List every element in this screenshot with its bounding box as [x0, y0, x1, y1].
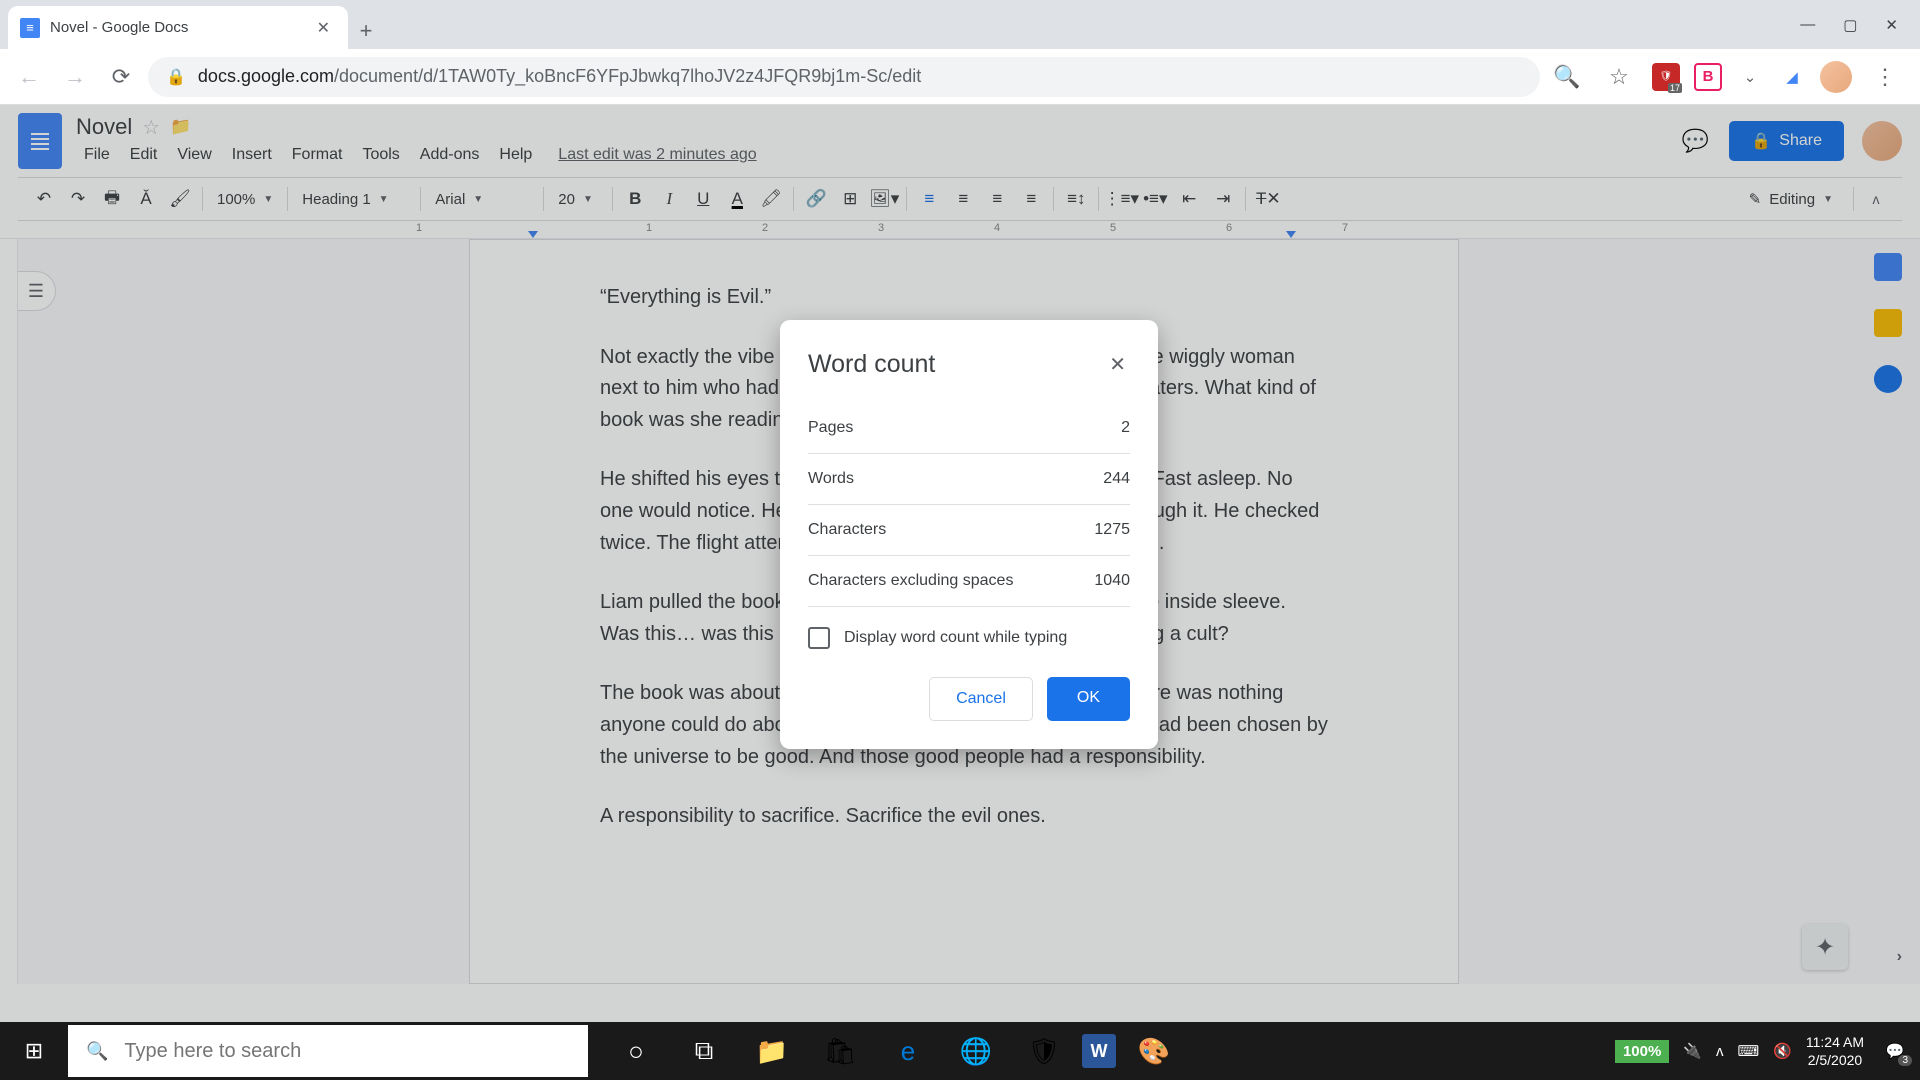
- close-window-icon[interactable]: ✕: [1885, 16, 1898, 34]
- dialog-title: Word count: [808, 350, 935, 379]
- browser-nav-bar: ← → ⟳ 🔒 docs.google.com/document/d/1TAW0…: [0, 49, 1920, 105]
- checkbox-icon[interactable]: [808, 627, 830, 649]
- cortana-icon[interactable]: ○: [606, 1022, 666, 1080]
- task-view-icon[interactable]: ⧉: [674, 1022, 734, 1080]
- display-while-typing-option[interactable]: Display word count while typing: [808, 607, 1130, 677]
- stat-value: 244: [1103, 470, 1130, 488]
- docs-favicon-icon: ≡: [20, 18, 40, 38]
- paint-icon[interactable]: 🎨: [1124, 1022, 1184, 1080]
- maximize-icon[interactable]: ▢: [1843, 16, 1857, 34]
- date-text: 2/5/2020: [1806, 1051, 1864, 1069]
- file-explorer-icon[interactable]: 📁: [742, 1022, 802, 1080]
- security-icon[interactable]: 🛡: [1014, 1022, 1074, 1080]
- system-tray: 100% 🔌 ʌ ⌨ 🔇 11:24 AM 2/5/2020 💬3: [1615, 1033, 1920, 1069]
- browser-tab[interactable]: ≡ Novel - Google Docs ✕: [8, 6, 348, 49]
- stat-label: Words: [808, 470, 854, 488]
- stat-label: Characters: [808, 521, 886, 539]
- bookmark-star-icon[interactable]: ☆: [1600, 58, 1638, 96]
- clock[interactable]: 11:24 AM 2/5/2020: [1806, 1033, 1864, 1069]
- reload-button[interactable]: ⟳: [102, 58, 140, 96]
- power-icon[interactable]: 🔌: [1683, 1042, 1702, 1060]
- browser-tab-strip: ≡ Novel - Google Docs ✕ + — ▢ ✕: [0, 0, 1920, 49]
- back-button[interactable]: ←: [10, 58, 48, 96]
- bitwarden-extension-icon[interactable]: B: [1694, 63, 1722, 91]
- taskbar-search[interactable]: 🔍: [68, 1025, 588, 1077]
- stat-row-characters: Characters 1275: [808, 505, 1130, 556]
- dialog-close-button[interactable]: ✕: [1105, 348, 1130, 381]
- url-text: docs.google.com/document/d/1TAW0Ty_koBnc…: [198, 66, 921, 87]
- word-count-dialog: Word count ✕ Pages 2 Words 244 Character…: [780, 320, 1158, 749]
- notification-badge: 3: [1898, 1055, 1912, 1066]
- microsoft-store-icon[interactable]: 🛍: [810, 1022, 870, 1080]
- profile-avatar[interactable]: [1820, 61, 1852, 93]
- tray-expand-icon[interactable]: ʌ: [1716, 1043, 1724, 1060]
- stat-label: Characters excluding spaces: [808, 572, 1013, 590]
- keyboard-icon[interactable]: ⌨: [1738, 1042, 1760, 1060]
- stat-row-chars-no-spaces: Characters excluding spaces 1040: [808, 556, 1130, 607]
- address-bar[interactable]: 🔒 docs.google.com/document/d/1TAW0Ty_koB…: [148, 57, 1540, 97]
- pocket-extension-icon[interactable]: ⌄: [1736, 63, 1764, 91]
- stat-row-words: Words 244: [808, 454, 1130, 505]
- window-controls: — ▢ ✕: [1800, 0, 1920, 49]
- forward-button[interactable]: →: [56, 58, 94, 96]
- battery-indicator[interactable]: 100%: [1615, 1040, 1669, 1063]
- action-center-icon[interactable]: 💬3: [1878, 1034, 1912, 1068]
- new-tab-button[interactable]: +: [348, 13, 384, 49]
- ok-button[interactable]: OK: [1047, 677, 1130, 721]
- extension-icon[interactable]: ◢: [1778, 63, 1806, 91]
- windows-taskbar: ⊞ 🔍 ○ ⧉ 📁 🛍 e 🌐 🛡 W 🎨 100% 🔌 ʌ ⌨ 🔇 11:24…: [0, 1022, 1920, 1080]
- stat-label: Pages: [808, 419, 853, 437]
- stat-value: 1275: [1094, 521, 1130, 539]
- browser-menu-icon[interactable]: ⋮: [1866, 58, 1904, 96]
- start-button[interactable]: ⊞: [0, 1022, 68, 1080]
- zoom-icon[interactable]: 🔍: [1548, 58, 1586, 96]
- checkbox-label: Display word count while typing: [844, 629, 1067, 647]
- word-icon[interactable]: W: [1082, 1034, 1116, 1068]
- ublock-extension-icon[interactable]: 🛡17: [1652, 63, 1680, 91]
- stat-value: 2: [1121, 419, 1130, 437]
- time-text: 11:24 AM: [1806, 1033, 1864, 1051]
- cancel-button[interactable]: Cancel: [929, 677, 1033, 721]
- search-icon: 🔍: [86, 1041, 108, 1062]
- lock-icon: 🔒: [166, 67, 186, 87]
- search-input[interactable]: [124, 1040, 570, 1063]
- stat-value: 1040: [1094, 572, 1130, 590]
- browser-extensions: 🔍 ☆ 🛡17 B ⌄ ◢ ⋮: [1548, 58, 1910, 96]
- volume-icon[interactable]: 🔇: [1773, 1042, 1792, 1060]
- edge-icon[interactable]: e: [878, 1022, 938, 1080]
- tab-title: Novel - Google Docs: [50, 19, 301, 36]
- chrome-icon[interactable]: 🌐: [946, 1022, 1006, 1080]
- stat-row-pages: Pages 2: [808, 403, 1130, 454]
- close-tab-icon[interactable]: ✕: [311, 16, 336, 40]
- minimize-icon[interactable]: —: [1800, 16, 1815, 33]
